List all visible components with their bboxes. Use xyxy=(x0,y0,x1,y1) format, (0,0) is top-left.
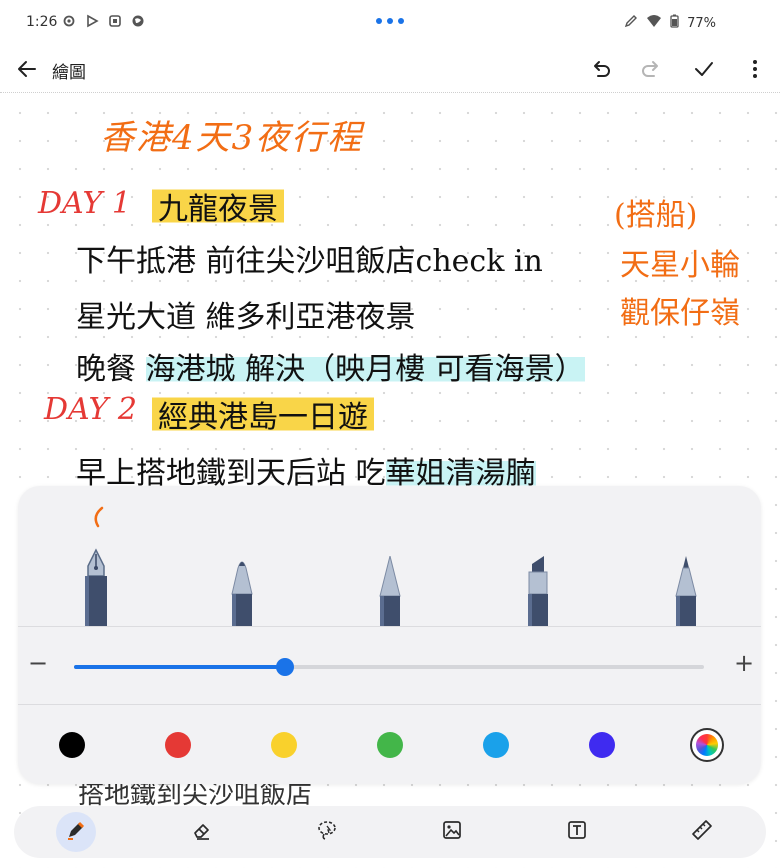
status-icons xyxy=(62,13,145,28)
pen-type-row xyxy=(18,486,761,627)
day1-line1: 下午抵港 前往尖沙咀飯店check in xyxy=(76,244,543,279)
page-title: 繪圖 xyxy=(52,63,86,83)
side-note-3: 觀保仔嶺 xyxy=(620,296,740,331)
settings-icon xyxy=(62,13,76,27)
day1-line3-part-b: 海港城 解決（映月樓 可看海景） xyxy=(145,352,585,387)
battery-icon xyxy=(670,14,679,32)
pen-icon xyxy=(65,819,87,845)
status-right: 77% xyxy=(624,14,716,32)
day1-label: DAY 1 xyxy=(38,186,131,221)
side-note-1: (搭船) xyxy=(614,198,698,233)
eraser-tool-button[interactable] xyxy=(182,812,222,852)
side-note-2: 天星小輪 xyxy=(620,248,740,283)
brush-pen-button[interactable] xyxy=(370,556,410,626)
pen-settings-panel: − + xyxy=(18,486,761,784)
pencil-button[interactable] xyxy=(666,556,706,626)
image-icon xyxy=(441,819,463,845)
bottom-toolbar xyxy=(14,806,766,858)
day2-label: DAY 2 xyxy=(44,392,137,427)
color-swatch-black[interactable] xyxy=(59,732,85,758)
color-swatch-red[interactable] xyxy=(165,732,191,758)
day1-line3-part-a: 晚餐 xyxy=(76,352,146,387)
ballpoint-pen-button[interactable] xyxy=(222,556,262,626)
lasso-tool-button[interactable] xyxy=(307,812,347,852)
highlighter-button[interactable] xyxy=(518,556,558,626)
text-icon xyxy=(566,819,588,845)
globe-icon xyxy=(131,13,145,27)
note-title: 香港4天3夜行程 xyxy=(100,118,364,158)
status-time: 1:26 xyxy=(26,14,58,30)
lasso-icon xyxy=(316,819,338,845)
ruler-tool-button[interactable] xyxy=(682,812,722,852)
battery-percent: 77% xyxy=(687,15,716,31)
play-store-icon xyxy=(85,13,99,28)
fountain-pen-button[interactable] xyxy=(76,496,116,626)
status-bar: 1:26 77% xyxy=(0,0,780,46)
day1-title: 九龍夜景 xyxy=(152,184,284,228)
check-icon[interactable] xyxy=(691,56,717,82)
day2-title: 經典港島一日遊 xyxy=(152,392,374,436)
color-swatch-green[interactable] xyxy=(377,732,403,758)
wifi-icon xyxy=(646,14,662,32)
image-tool-button[interactable] xyxy=(432,812,472,852)
color-swatch-indigo[interactable] xyxy=(589,732,615,758)
color-swatch-yellow[interactable] xyxy=(271,732,297,758)
app-icon xyxy=(108,13,122,27)
slider-fill xyxy=(74,665,286,669)
app-bar: 繪圖 xyxy=(0,46,780,92)
pen-size-slider[interactable] xyxy=(74,658,704,676)
multiwindow-handle[interactable] xyxy=(376,18,404,24)
pen-status-icon xyxy=(624,14,638,32)
ruler-icon xyxy=(691,819,713,845)
pen-tool-button[interactable] xyxy=(56,812,96,852)
day1-line2: 星光大道 維多利亞港夜景 xyxy=(76,300,416,335)
color-swatch-blue[interactable] xyxy=(483,732,509,758)
increase-size-button[interactable]: + xyxy=(732,651,756,675)
eraser-icon xyxy=(191,819,213,845)
text-tool-button[interactable] xyxy=(557,812,597,852)
redo-icon[interactable] xyxy=(638,56,664,82)
color-picker-button[interactable] xyxy=(690,728,724,762)
undo-icon[interactable] xyxy=(588,56,614,82)
decrease-size-button[interactable]: − xyxy=(26,651,50,675)
day1-line3: 晚餐 海港城 解決（映月樓 可看海景） xyxy=(76,344,585,388)
slider-thumb[interactable] xyxy=(276,658,295,676)
size-row: − + xyxy=(18,627,761,705)
more-options-icon[interactable] xyxy=(742,56,768,82)
color-wheel-icon xyxy=(696,734,718,756)
color-row xyxy=(18,705,761,784)
back-icon[interactable] xyxy=(14,56,40,82)
